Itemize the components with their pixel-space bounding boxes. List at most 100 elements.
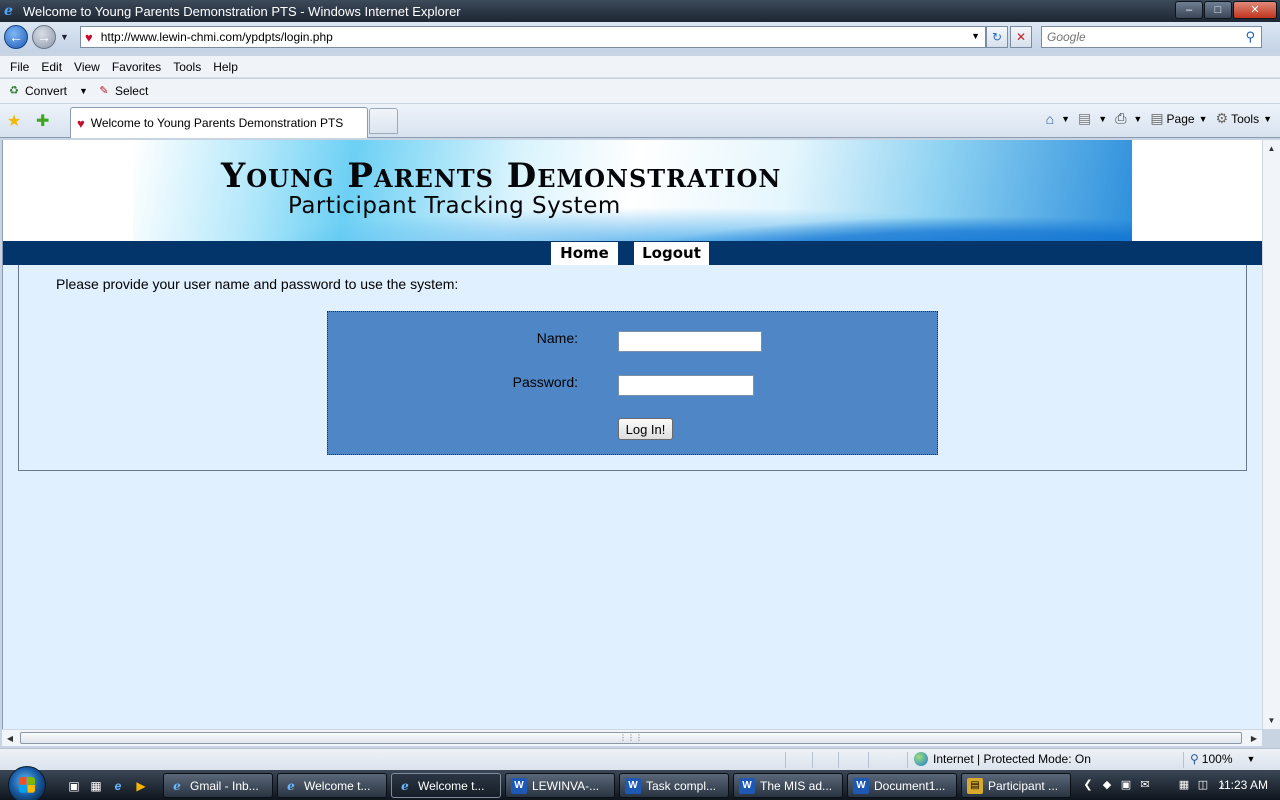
convert-label: Convert	[25, 84, 68, 98]
scroll-up-icon[interactable]: ▲	[1263, 140, 1280, 157]
address-url[interactable]: http://www.lewin-chmi.com/ypdpts/login.p…	[101, 30, 333, 44]
taskbar-item-welcome-2[interactable]: e Welcome t...	[391, 773, 501, 798]
favorites-star-icon[interactable]: ★	[7, 111, 21, 131]
word-icon: W	[625, 777, 641, 794]
minimize-button[interactable]: –	[1175, 1, 1203, 19]
home-button[interactable]: ⌂ ▼	[1046, 111, 1070, 127]
home-dropdown-icon[interactable]: ▼	[1061, 114, 1070, 124]
status-divider	[1183, 752, 1184, 768]
menu-favorites[interactable]: Favorites	[106, 60, 167, 74]
tools-menu-label: Tools	[1231, 111, 1260, 126]
home-icon: ⌂	[1045, 110, 1055, 127]
login-button[interactable]: Log In!	[618, 418, 673, 440]
address-bar[interactable]: ♥ http://www.lewin-chmi.com/ypdpts/login…	[80, 26, 986, 48]
page-menu-button[interactable]: ▤ Page ▼	[1150, 110, 1207, 127]
banner-title: Young Parents Demonstration	[221, 156, 782, 196]
tab-label: Welcome to Young Parents Demonstration P…	[90, 116, 344, 130]
convert-dropdown-icon[interactable]: ▼	[79, 86, 88, 96]
zoom-dropdown-icon[interactable]: ▼	[1247, 754, 1256, 764]
word-icon: W	[739, 777, 755, 794]
show-desktop-icon[interactable]: ▣	[66, 778, 82, 794]
status-divider	[868, 752, 869, 768]
taskbar-item-task-complete[interactable]: W Task compl...	[619, 773, 729, 798]
search-input[interactable]	[1047, 30, 1227, 44]
status-divider	[812, 752, 813, 768]
ie-icon: e	[287, 778, 295, 793]
stop-button[interactable]: ✕	[1010, 26, 1032, 48]
switch-windows-icon[interactable]: ▦	[88, 778, 104, 794]
vertical-scrollbar[interactable]: ▲ ▼	[1262, 140, 1280, 729]
banner-subtitle: Participant Tracking System	[288, 193, 621, 219]
tray-security-icon[interactable]: ▦	[1176, 777, 1192, 793]
scroll-left-icon[interactable]: ◀	[2, 730, 18, 747]
taskbar-item-gmail[interactable]: e Gmail - Inb...	[163, 773, 273, 798]
security-zone[interactable]: Internet | Protected Mode: On	[914, 752, 1091, 766]
taskbar-item-participant[interactable]: ▤ Participant ...	[961, 773, 1071, 798]
maximize-button[interactable]: □	[1204, 1, 1232, 19]
status-bar: Internet | Protected Mode: On ⚲ 100% ▼	[0, 748, 1280, 770]
convert-icon: ♻	[9, 85, 19, 97]
taskbar-item-mis[interactable]: W The MIS ad...	[733, 773, 843, 798]
menu-view[interactable]: View	[68, 60, 106, 74]
add-favorite-icon[interactable]: ✚	[36, 111, 49, 131]
taskbar-item-welcome-1[interactable]: e Welcome t...	[277, 773, 387, 798]
forward-button[interactable]: →	[32, 25, 56, 49]
menu-edit[interactable]: Edit	[35, 60, 68, 74]
search-icon[interactable]: ⚲	[1245, 27, 1255, 47]
password-input[interactable]	[618, 375, 754, 396]
print-dropdown-icon[interactable]: ▼	[1133, 114, 1142, 124]
horizontal-scroll-thumb[interactable]: ⋮⋮⋮	[20, 732, 1242, 744]
start-button[interactable]	[8, 766, 46, 800]
back-button[interactable]: ←	[4, 25, 28, 49]
search-box[interactable]: ⚲	[1041, 26, 1262, 48]
nav-home-link[interactable]: Home	[551, 242, 618, 265]
globe-icon	[914, 752, 928, 766]
menu-tools[interactable]: Tools	[167, 60, 207, 74]
menu-help[interactable]: Help	[207, 60, 244, 74]
ie-quicklaunch-icon[interactable]: e	[110, 778, 126, 794]
tools-menu-button[interactable]: ⚙ Tools ▼	[1216, 110, 1273, 127]
scroll-down-icon[interactable]: ▼	[1263, 712, 1280, 729]
tray-monitor-icon[interactable]: ◫	[1195, 777, 1211, 793]
close-button[interactable]: ✕	[1233, 1, 1277, 19]
print-button[interactable]: ⎙ ▼	[1115, 110, 1142, 127]
login-panel: Name: Password: Log In!	[327, 311, 938, 455]
system-clock[interactable]: 11:23 AM	[1218, 778, 1268, 792]
taskbar-item-lewinva[interactable]: W LEWINVA-...	[505, 773, 615, 798]
new-tab-button[interactable]	[369, 108, 398, 134]
tray-app-icon[interactable]: ▣	[1118, 777, 1134, 793]
status-divider	[785, 752, 786, 768]
feeds-button[interactable]: ▤ ▼	[1078, 110, 1107, 127]
page-dropdown-icon[interactable]: ▼	[1199, 114, 1208, 124]
adobe-toolbar: ♻ Convert ▼ ✎ Select	[0, 79, 1280, 103]
command-bar: ⌂ ▼ ▤ ▼ ⎙ ▼ ▤ Page ▼ ⚙ Tools ▼	[1038, 110, 1272, 127]
feeds-dropdown-icon[interactable]: ▼	[1098, 114, 1107, 124]
password-label: Password:	[512, 374, 578, 390]
scroll-right-icon[interactable]: ▶	[1246, 730, 1262, 747]
nav-logout-link[interactable]: Logout	[634, 242, 709, 265]
convert-button[interactable]: ♻ Convert ▼	[6, 83, 88, 99]
menu-file[interactable]: File	[4, 60, 35, 74]
refresh-button[interactable]: ↻	[986, 26, 1008, 48]
horizontal-scrollbar[interactable]: ◀ ⋮⋮⋮ ▶	[2, 729, 1262, 746]
site-nav-band: Home Logout	[3, 241, 1262, 265]
recent-pages-dropdown-icon[interactable]: ▼	[60, 32, 69, 42]
name-input[interactable]	[618, 331, 762, 352]
favicon-heart-icon: ♥	[85, 29, 93, 45]
tray-expand-icon[interactable]: ❮	[1080, 777, 1096, 793]
zoom-icon: ⚲	[1190, 752, 1199, 766]
taskbar-item-label: Document1...	[874, 778, 946, 793]
tray-network-icon[interactable]: ◆	[1099, 777, 1115, 793]
site-banner: Young Parents Demonstration Participant …	[133, 140, 1132, 241]
zoom-level: 100%	[1201, 752, 1233, 766]
window-title-bar: e Welcome to Young Parents Demonstration…	[0, 0, 1280, 22]
tab-welcome[interactable]: ♥ Welcome to Young Parents Demonstration…	[70, 107, 368, 138]
select-button[interactable]: ✎ Select	[96, 83, 148, 99]
address-dropdown-icon[interactable]: ▼	[971, 31, 980, 41]
tools-dropdown-icon[interactable]: ▼	[1263, 114, 1272, 124]
zoom-control[interactable]: ⚲ 100% ▼	[1190, 752, 1255, 766]
taskbar-item-document1[interactable]: W Document1...	[847, 773, 957, 798]
tray-mail-icon[interactable]: ✉	[1137, 777, 1153, 793]
media-player-icon[interactable]: ▶	[133, 778, 149, 794]
printer-icon: ⎙	[1115, 110, 1127, 126]
